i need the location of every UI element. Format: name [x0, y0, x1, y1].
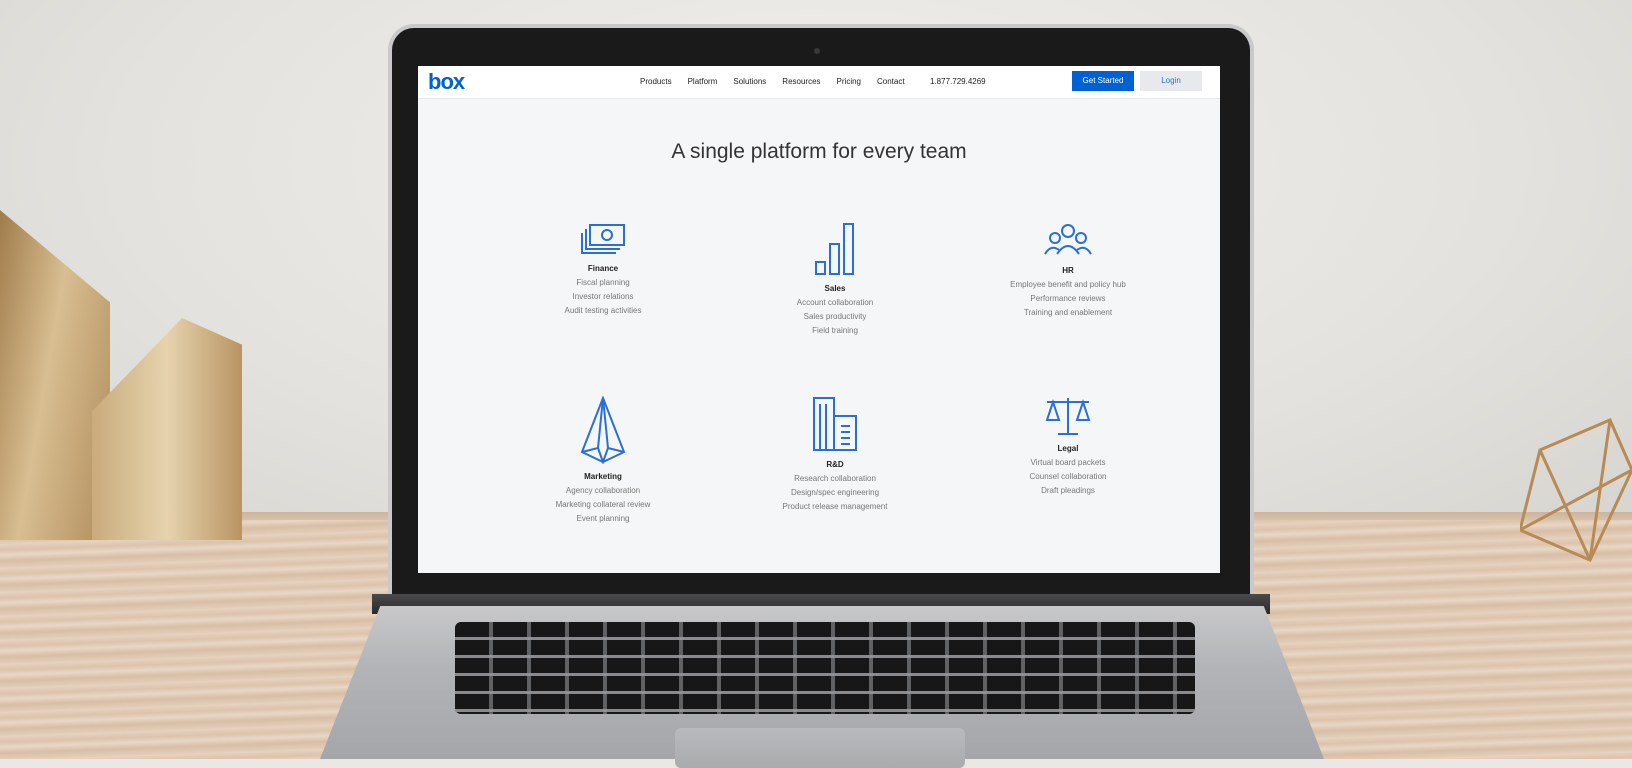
- get-started-button[interactable]: Get Started: [1072, 71, 1134, 91]
- scales-icon: [1045, 398, 1091, 435]
- team-item: Design/spec engineering: [790, 488, 880, 497]
- team-item: Investor relations: [572, 292, 634, 301]
- team-card-sales: Sales Account collaboration Sales produc…: [725, 222, 945, 335]
- team-title: Legal: [1057, 444, 1079, 453]
- nav-links: Products Platform Solutions Resources Pr…: [640, 77, 905, 86]
- money-icon: [581, 224, 625, 254]
- team-title: Marketing: [584, 472, 622, 481]
- team-item: Product release management: [782, 502, 888, 511]
- team-card-hr: HR Employee benefit and policy hub Perfo…: [958, 222, 1178, 317]
- paper-plane-icon: [580, 396, 626, 464]
- team-card-rd: R&D Research collaboration Design/spec e…: [725, 396, 945, 511]
- keyboard: [455, 622, 1195, 714]
- team-item: Agency collaboration: [565, 486, 641, 495]
- nav-link-products[interactable]: Products: [640, 77, 672, 86]
- team-item: Audit testing activities: [564, 306, 642, 315]
- team-item: Research collaboration: [794, 474, 876, 483]
- team-item: Training and enablement: [1023, 308, 1113, 317]
- team-card-finance: Finance Fiscal planning Investor relatio…: [493, 222, 713, 315]
- geometric-ornament: [1520, 418, 1632, 562]
- team-item: Sales productivity: [803, 312, 867, 321]
- webcam: [814, 48, 820, 54]
- nav-link-resources[interactable]: Resources: [782, 77, 820, 86]
- building-icon: [813, 397, 857, 451]
- team-title: Sales: [824, 284, 846, 293]
- team-title: HR: [1062, 266, 1074, 275]
- team-card-marketing: Marketing Agency collaboration Marketing…: [493, 396, 713, 523]
- team-item: Performance reviews: [1030, 294, 1106, 303]
- nav-link-contact[interactable]: Contact: [877, 77, 905, 86]
- team-item: Draft pleadings: [1041, 486, 1095, 495]
- team-title: Finance: [587, 264, 619, 273]
- page-title: A single platform for every team: [671, 140, 967, 163]
- team-item: Employee benefit and policy hub: [1010, 280, 1126, 289]
- laptop-screen: box Products Platform Solutions Resource…: [418, 66, 1220, 573]
- team-item: Field training: [812, 326, 858, 335]
- people-icon: [1044, 224, 1092, 255]
- team-item: Account collaboration: [796, 298, 874, 307]
- nav-link-platform[interactable]: Platform: [688, 77, 718, 86]
- trackpad: [675, 728, 965, 768]
- team-item: Counsel collaboration: [1029, 472, 1107, 481]
- nav-link-solutions[interactable]: Solutions: [733, 77, 766, 86]
- phone-number[interactable]: 1.877.729.4269: [930, 77, 986, 86]
- team-item: Marketing collateral review: [555, 500, 651, 509]
- team-card-legal: Legal Virtual board packets Counsel coll…: [958, 396, 1178, 495]
- team-item: Event planning: [576, 514, 630, 523]
- login-button[interactable]: Login: [1140, 71, 1202, 91]
- box-logo[interactable]: box: [428, 69, 465, 95]
- top-navigation: box Products Platform Solutions Resource…: [418, 66, 1220, 99]
- nav-link-pricing[interactable]: Pricing: [837, 77, 861, 86]
- team-item: Virtual board packets: [1030, 458, 1106, 467]
- bar-chart-icon: [815, 223, 854, 275]
- team-item: Fiscal planning: [576, 278, 630, 287]
- team-title: R&D: [826, 460, 844, 469]
